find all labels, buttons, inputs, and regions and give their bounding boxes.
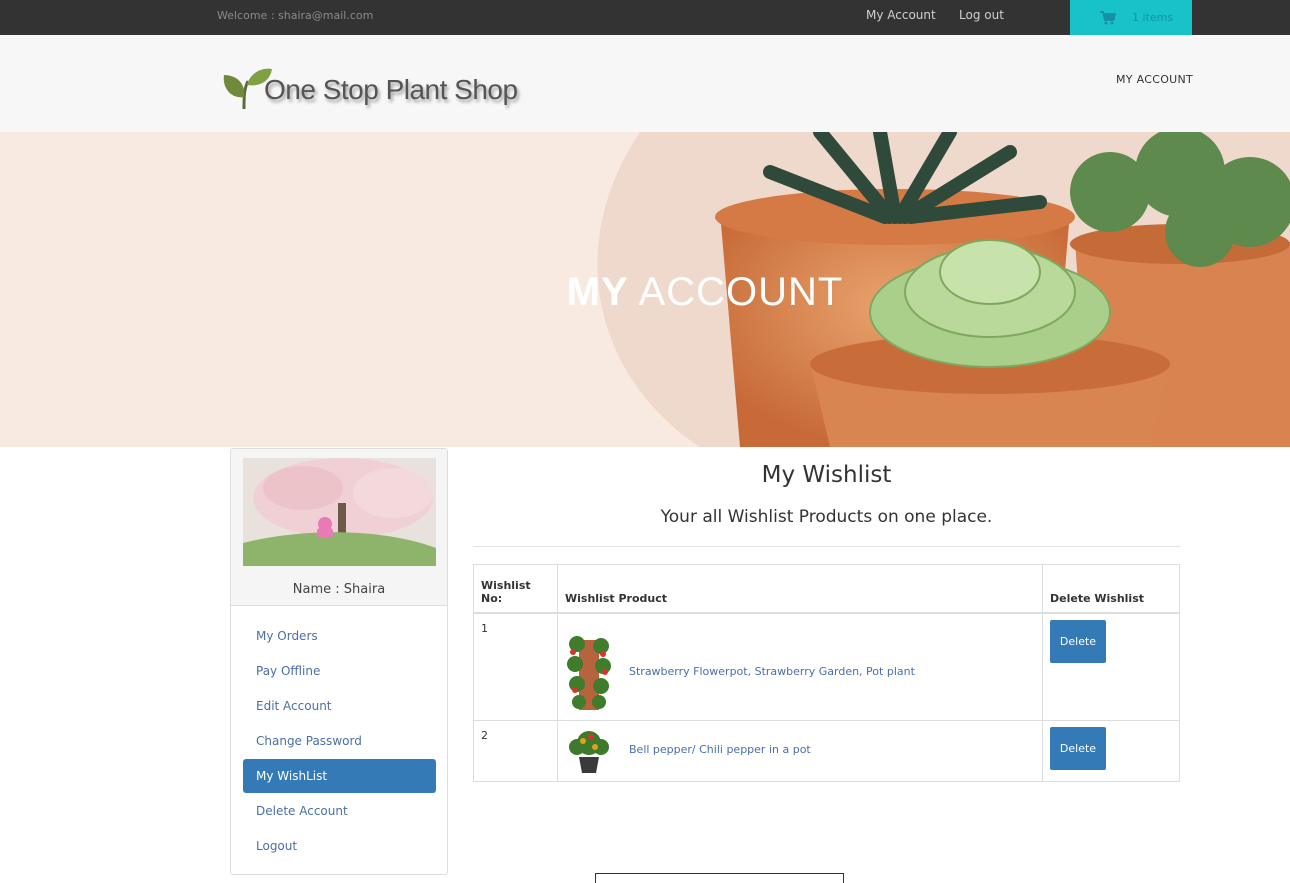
logo-text: One Stop Plant Shop bbox=[264, 74, 518, 105]
table-row: 2 Bell pepper/ Chili pepper in a pot Del… bbox=[473, 719, 1180, 782]
footer-box bbox=[595, 873, 844, 883]
wishlist-no: 2 bbox=[473, 719, 558, 782]
column-header-product: Wishlist Product bbox=[557, 564, 1043, 614]
profile-name: Name : Shaira bbox=[292, 582, 386, 597]
menu-pay-offline[interactable]: Pay Offline bbox=[243, 654, 436, 688]
nav-my-account[interactable]: MY ACCOUNT bbox=[1116, 73, 1193, 86]
top-logout-link[interactable]: Log out bbox=[959, 8, 1004, 22]
banner-title-rest: ACCOUNT bbox=[638, 270, 844, 314]
delete-button[interactable]: Delete bbox=[1050, 726, 1106, 770]
top-bar: Welcome : shaira@mail.com My Account Log… bbox=[0, 0, 1290, 35]
menu-edit-account[interactable]: Edit Account bbox=[243, 689, 436, 723]
cart-count: 1 items bbox=[1132, 11, 1174, 24]
table-header-row: Wishlist No: Wishlist Product Delete Wis… bbox=[473, 564, 1180, 614]
strawberry-pot-image[interactable] bbox=[565, 632, 613, 712]
wishlist-table: Wishlist No: Wishlist Product Delete Wis… bbox=[473, 564, 1180, 782]
table-row: 1 Strawberry Flowerpot, Strawberry Garde… bbox=[473, 612, 1180, 721]
wishlist-product-cell: Bell pepper/ Chili pepper in a pot bbox=[557, 719, 1043, 782]
top-my-account-link[interactable]: My Account bbox=[866, 8, 936, 22]
wishlist-product-link[interactable]: Strawberry Flowerpot, Strawberry Garden,… bbox=[629, 665, 915, 678]
page-title: My Wishlist bbox=[761, 462, 892, 488]
account-sidebar: Name : Shaira My Orders Pay Offline Edit… bbox=[230, 448, 448, 875]
menu-logout[interactable]: Logout bbox=[243, 829, 436, 863]
wishlist-product-cell: Strawberry Flowerpot, Strawberry Garden,… bbox=[557, 612, 1043, 721]
account-menu: My Orders Pay Offline Edit Account Chang… bbox=[243, 619, 436, 864]
delete-button[interactable]: Delete bbox=[1050, 619, 1106, 663]
delete-cell: Delete bbox=[1042, 612, 1180, 721]
column-header-no: Wishlist No: bbox=[473, 564, 558, 614]
site-header: One Stop Plant Shop MY ACCOUNT bbox=[0, 35, 1290, 132]
menu-change-password[interactable]: Change Password bbox=[243, 724, 436, 758]
cart-button[interactable]: 1 items bbox=[1070, 0, 1192, 35]
delete-cell: Delete bbox=[1042, 719, 1180, 782]
cart-icon bbox=[1100, 11, 1116, 25]
menu-my-wishlist[interactable]: My WishList bbox=[243, 759, 436, 793]
banner-title-bold: MY bbox=[566, 270, 629, 314]
welcome-text: Welcome : shaira@mail.com bbox=[217, 9, 374, 22]
profile-card: Name : Shaira bbox=[231, 449, 447, 606]
divider bbox=[473, 546, 1180, 547]
menu-delete-account[interactable]: Delete Account bbox=[243, 794, 436, 828]
hero-banner: MY ACCOUNT bbox=[0, 132, 1290, 447]
column-header-delete: Delete Wishlist bbox=[1042, 564, 1180, 614]
menu-my-orders[interactable]: My Orders bbox=[243, 619, 436, 653]
pepper-plant-image[interactable] bbox=[565, 727, 613, 773]
wishlist-no: 1 bbox=[473, 612, 558, 721]
banner-title: MY ACCOUNT bbox=[0, 270, 1290, 315]
wishlist-product-link[interactable]: Bell pepper/ Chili pepper in a pot bbox=[629, 743, 811, 756]
page-subtitle: Your all Wishlist Products on one place. bbox=[660, 507, 993, 527]
avatar bbox=[243, 458, 436, 566]
